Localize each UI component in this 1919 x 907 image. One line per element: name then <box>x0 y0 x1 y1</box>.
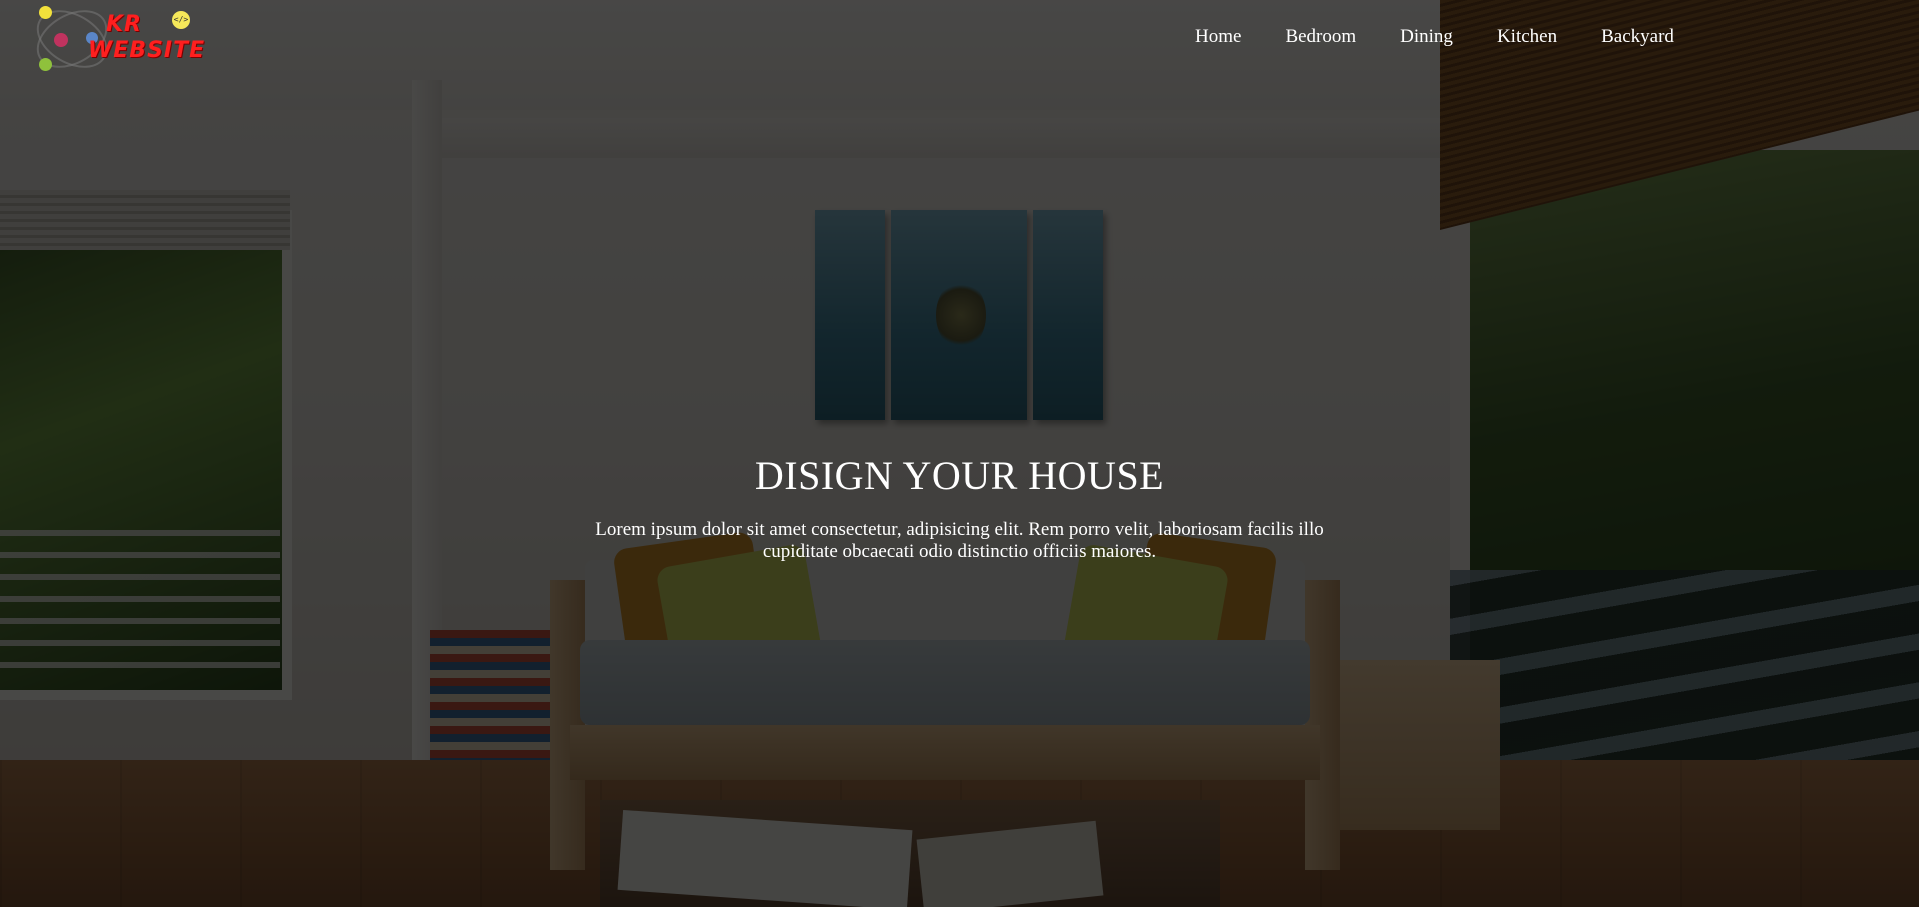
atom-dot <box>54 33 68 47</box>
nav-link-bedroom[interactable]: Bedroom <box>1285 26 1356 48</box>
nav-link-home[interactable]: Home <box>1195 26 1241 48</box>
main-nav: Home Bedroom Dining Kitchen Backyard <box>1195 26 1718 48</box>
nav-link-backyard[interactable]: Backyard <box>1601 26 1674 48</box>
site-header: </> KR WEBSITE Home Bedroom Dining Kitch… <box>0 0 1919 80</box>
hero-title: DISIGN YOUR HOUSE <box>754 453 1165 498</box>
code-bulb-icon: </> <box>172 11 190 29</box>
hero-description: Lorem ipsum dolor sit amet consectetur, … <box>595 519 1324 562</box>
logo-text-line2: WEBSITE <box>88 38 206 63</box>
site-logo[interactable]: </> KR WEBSITE <box>26 0 216 80</box>
atom-dot <box>39 58 52 71</box>
hero-section: DISIGN YOUR HOUSE Lorem ipsum dolor sit … <box>0 452 1919 563</box>
atom-dot <box>39 6 52 19</box>
logo-text-line1: KR <box>106 12 142 37</box>
nav-link-kitchen[interactable]: Kitchen <box>1497 26 1557 48</box>
nav-link-dining[interactable]: Dining <box>1400 26 1453 48</box>
